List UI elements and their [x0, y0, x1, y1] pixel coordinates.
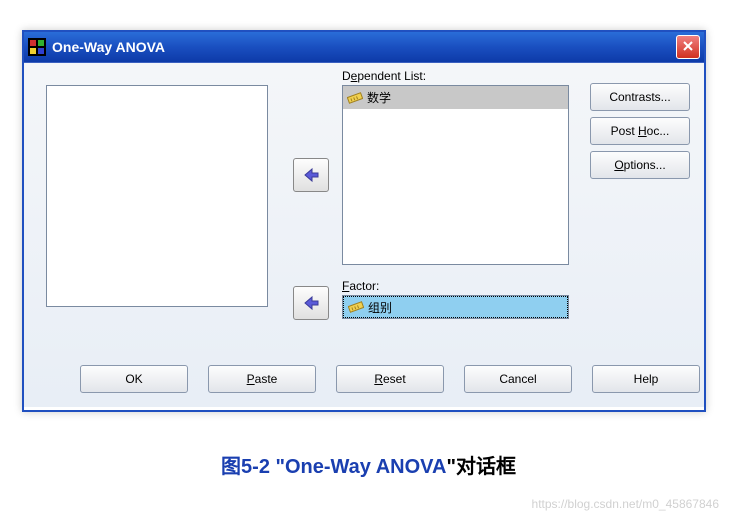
close-button[interactable] [676, 35, 700, 59]
dependent-list[interactable]: 数学 [342, 85, 569, 265]
post-hoc-button[interactable]: Post Hoc... [590, 117, 690, 145]
list-item[interactable]: 数学 [343, 86, 568, 109]
scale-variable-icon [348, 300, 364, 314]
options-button[interactable]: Options... [590, 151, 690, 179]
source-variable-list[interactable] [46, 85, 268, 307]
watermark: https://blog.csdn.net/m0_45867846 [532, 497, 719, 511]
move-to-factor-button[interactable] [293, 286, 329, 320]
move-to-dependent-button[interactable] [293, 158, 329, 192]
side-buttons: Contrasts... Post Hoc... Options... [590, 83, 690, 179]
titlebar[interactable]: One-Way ANOVA [24, 32, 704, 62]
help-button[interactable]: Help [592, 365, 700, 393]
button-label: Paste [247, 372, 278, 386]
dependent-list-label: Dependent List: [342, 69, 426, 83]
button-label: Options... [614, 158, 665, 172]
arrow-left-icon [302, 295, 320, 311]
dialog-body: Dependent List: 数学 [24, 62, 704, 407]
button-label: OK [125, 372, 142, 386]
scale-variable-icon [347, 91, 363, 105]
spss-app-icon [28, 38, 46, 56]
ok-button[interactable]: OK [80, 365, 188, 393]
cancel-button[interactable]: Cancel [464, 365, 572, 393]
factor-field[interactable]: 组别 [342, 295, 569, 319]
button-label: Cancel [499, 372, 536, 386]
reset-button[interactable]: Reset [336, 365, 444, 393]
dialog-window: One-Way ANOVA Dependent List: [22, 30, 706, 412]
arrow-left-icon [302, 167, 320, 183]
factor-item[interactable]: 组别 [343, 296, 568, 318]
button-label: Post Hoc... [611, 124, 670, 138]
close-icon [682, 40, 694, 55]
list-item-label: 数学 [367, 89, 391, 106]
button-label: Contrasts... [609, 90, 670, 104]
figure-caption: 图5-2 "One-Way ANOVA"对话框 [0, 450, 737, 479]
button-label: Help [634, 372, 659, 386]
contrasts-button[interactable]: Contrasts... [590, 83, 690, 111]
factor-label: Factor: [342, 279, 379, 293]
factor-value: 组别 [368, 299, 392, 316]
paste-button[interactable]: Paste [208, 365, 316, 393]
bottom-buttons: OK Paste Reset Cancel Help [80, 365, 700, 393]
button-label: Reset [374, 372, 405, 386]
window-title: One-Way ANOVA [52, 39, 165, 55]
